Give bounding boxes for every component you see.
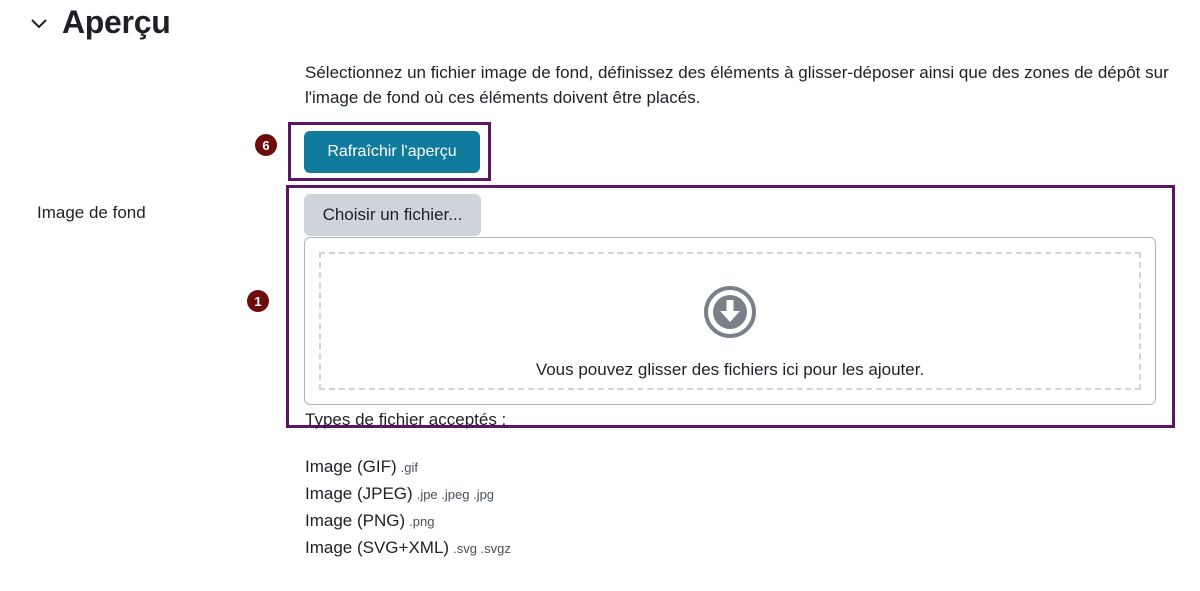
type-ext: .jpe .jpeg .jpg — [416, 487, 495, 502]
annotation-marker-6: 6 — [255, 134, 277, 156]
background-image-label: Image de fond — [37, 203, 146, 222]
type-ext: .svg .svgz — [453, 541, 511, 556]
list-item: Image (GIF) .gif — [305, 454, 511, 481]
choose-file-button[interactable]: Choisir un fichier... — [304, 194, 481, 236]
section-title: Aperçu — [62, 4, 171, 40]
refresh-preview-button[interactable]: Rafraîchir l'aperçu — [304, 131, 480, 173]
section-header[interactable]: Aperçu — [28, 4, 171, 41]
list-item: Image (SVG+XML) .svg .svgz — [305, 535, 511, 562]
type-name: Image (SVG+XML) — [305, 538, 450, 557]
annotation-marker-1: 1 — [247, 290, 269, 312]
type-name: Image (JPEG) — [305, 484, 413, 503]
type-ext: .gif — [400, 460, 418, 475]
list-item: Image (PNG) .png — [305, 508, 511, 535]
dropzone-text: Vous pouvez glisser des fichiers ici pou… — [535, 360, 925, 379]
intro-text: Sélectionnez un fichier image de fond, d… — [305, 63, 1169, 107]
type-ext: .png — [409, 514, 435, 529]
accepted-types-heading: Types de fichier acceptés : — [305, 410, 507, 429]
download-circle-icon — [704, 286, 756, 338]
type-name: Image (GIF) — [305, 457, 397, 476]
accepted-types-list: Image (GIF) .gif Image (JPEG) .jpe .jpeg .… — [305, 454, 511, 562]
dropzone-dashed-area[interactable]: Vous pouvez glisser des fichiers ici pou… — [319, 252, 1141, 390]
file-dropzone[interactable]: Vous pouvez glisser des fichiers ici pou… — [304, 237, 1156, 405]
type-name: Image (PNG) — [305, 511, 406, 530]
list-item: Image (JPEG) .jpe .jpeg .jpg — [305, 481, 511, 508]
chevron-down-icon[interactable] — [28, 12, 50, 34]
